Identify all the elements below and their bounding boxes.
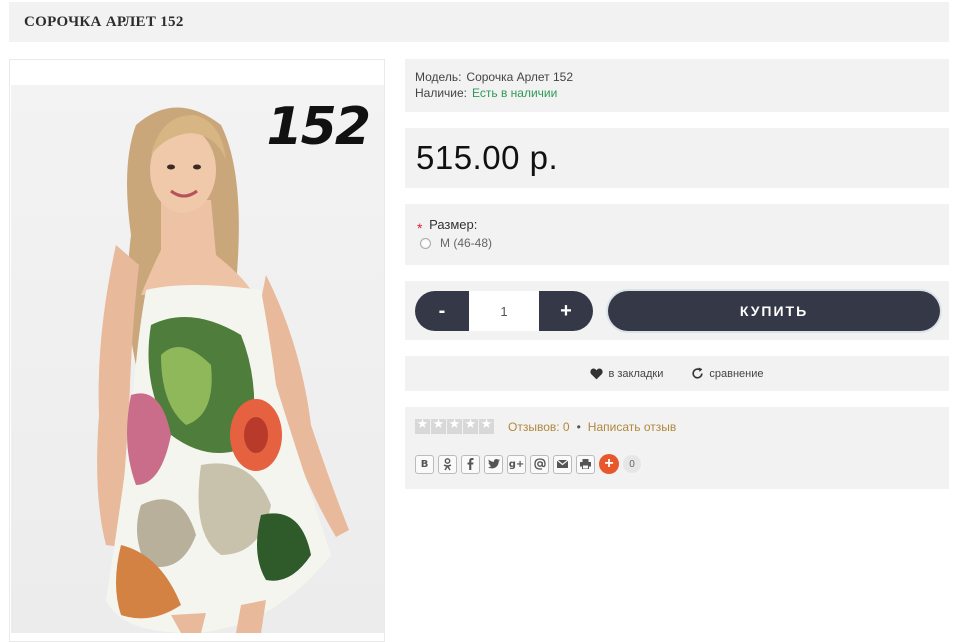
email-share-icon[interactable]: [553, 454, 572, 474]
twitter-share-icon[interactable]: [484, 454, 503, 474]
model-label: Модель:: [415, 70, 462, 84]
facebook-share-icon[interactable]: [461, 454, 480, 474]
reviews-share-panel: Отзывов: 0 • Написать отзыв В g+ + 0: [405, 407, 949, 489]
reviews-count-link[interactable]: Отзывов: 0: [508, 420, 570, 434]
mailru-share-icon[interactable]: [530, 454, 549, 474]
options-panel: * Размер: M (46-48): [405, 204, 949, 265]
size-radio[interactable]: [420, 237, 431, 249]
rating-row: Отзывов: 0 • Написать отзыв: [415, 417, 939, 434]
required-mark: *: [417, 220, 423, 236]
product-info-panel: Модель: Сорочка Арлет 152 Наличие: Есть …: [405, 59, 949, 112]
star-icon: [431, 417, 446, 434]
product-photo[interactable]: 152: [11, 85, 384, 633]
quantity-stepper: - +: [415, 291, 593, 331]
share-count: 0: [623, 455, 641, 473]
wishlist-link[interactable]: в закладки: [590, 368, 663, 380]
model-value: Сорочка Арлет 152: [466, 70, 573, 84]
star-icon: [479, 417, 494, 434]
buy-button[interactable]: КУПИТЬ: [608, 291, 940, 331]
quantity-input[interactable]: [469, 291, 539, 331]
title-bar: СОРОЧКА АРЛЕТ 152: [9, 2, 949, 42]
vk-share-icon[interactable]: В: [415, 454, 434, 474]
star-icon: [463, 417, 478, 434]
separator-dot: •: [576, 419, 581, 434]
cart-panel: - + КУПИТЬ: [405, 281, 949, 340]
compare-label[interactable]: сравнение: [709, 368, 763, 380]
stock-label: Наличие:: [415, 86, 468, 100]
size-option-label[interactable]: M (46-48): [440, 236, 492, 250]
product-price: 515.00 р.: [416, 139, 559, 176]
actions-panel: в закладки сравнение: [405, 356, 949, 391]
quantity-increase-button[interactable]: +: [539, 291, 593, 331]
compare-link[interactable]: сравнение: [691, 367, 764, 380]
product-photo-number: 152: [266, 97, 371, 157]
size-option[interactable]: M (46-48): [417, 236, 937, 250]
odnoklassniki-share-icon[interactable]: [438, 454, 457, 474]
price-panel: 515.00 р.: [405, 128, 949, 188]
google-plus-share-icon[interactable]: g+: [507, 454, 526, 474]
write-review-link[interactable]: Написать отзыв: [588, 420, 676, 434]
refresh-icon: [692, 367, 704, 379]
size-label: Размер:: [429, 217, 478, 232]
rating-stars: [415, 417, 495, 434]
quantity-decrease-button[interactable]: -: [415, 291, 469, 331]
product-image-box[interactable]: 152: [9, 59, 385, 642]
stock-value: Есть в наличии: [472, 86, 558, 100]
print-icon[interactable]: [576, 454, 595, 474]
product-photo-illustration: [97, 107, 349, 633]
more-share-button[interactable]: +: [599, 454, 619, 474]
star-icon: [447, 417, 462, 434]
wishlist-label[interactable]: в закладки: [608, 368, 663, 380]
share-row: В g+ + 0: [415, 454, 939, 474]
heart-icon: [590, 368, 604, 379]
product-title: СОРОЧКА АРЛЕТ 152: [24, 13, 184, 30]
star-icon: [415, 417, 430, 434]
